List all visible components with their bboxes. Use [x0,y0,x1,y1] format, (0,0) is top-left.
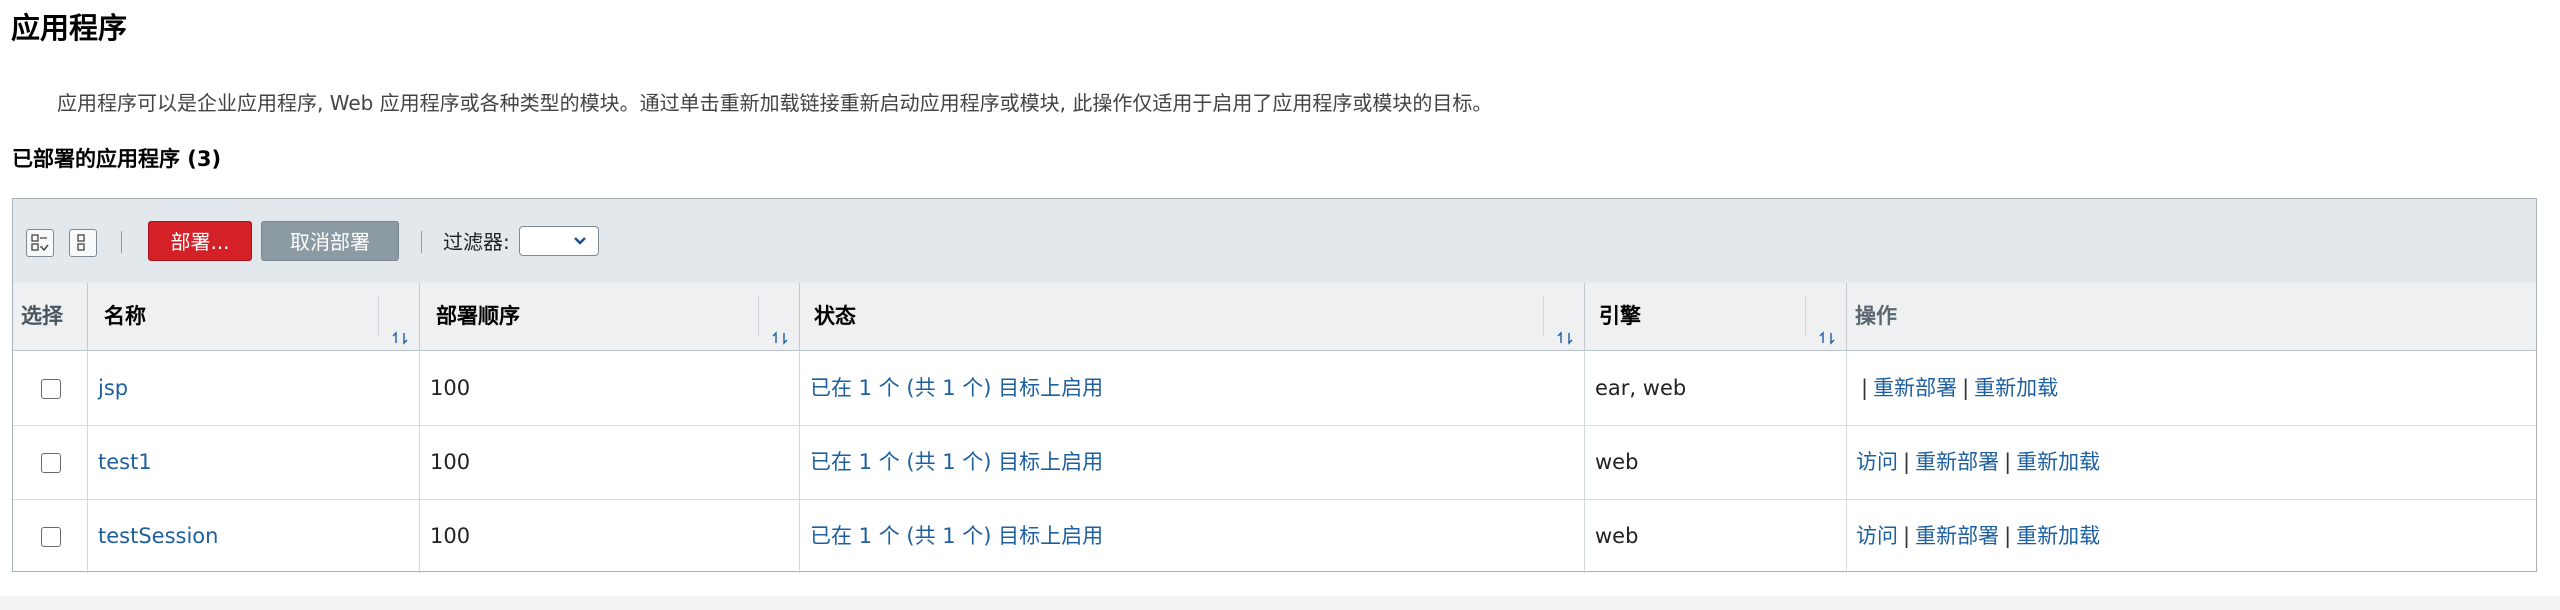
action-separator: | [1962,376,1970,400]
action-separator: | [1903,524,1911,548]
column-header-order-label: 部署顺序 [436,304,520,328]
redeploy-link[interactable]: 重新部署 [1915,524,1999,548]
deploy-order-value: 100 [430,376,471,400]
row-checkbox[interactable] [41,453,61,473]
sort-toggle-icon[interactable] [758,296,799,345]
select-all-icon[interactable] [26,229,54,257]
deploy-order-value: 100 [430,450,471,474]
sort-toggle-icon[interactable] [1805,296,1846,345]
undeploy-button[interactable]: 取消部署 [261,221,399,261]
action-separator: | [2004,450,2012,474]
table-header: 选择 名称 部署顺序 状态 引擎 操作 [13,283,2536,351]
engine-cell: ear, web [1585,351,1847,425]
applications-page: 应用程序 应用程序可以是企业应用程序, Web 应用程序或各种类型的模块。通过单… [0,0,2560,610]
app-name-text[interactable]: testSession [98,524,218,548]
page-title: 应用程序 [11,11,128,45]
column-header-engine-label: 引擎 [1599,304,1641,328]
status-link[interactable]: 已在 1 个 (共 1 个) 目标上启用 [810,524,1103,548]
actions-cell: 访问 | 重新部署 | 重新加载 [1847,499,2536,573]
engine-value: web [1595,450,1639,474]
table-row: testSession 100 已在 1 个 (共 1 个) 目标上启用 web… [13,499,2536,573]
row-select-cell [13,351,88,425]
action-separator: | [2004,524,2012,548]
column-header-name-label: 名称 [104,304,146,328]
table-toolbar: 部署... 取消部署 过滤器: [13,199,2536,284]
app-name-link[interactable]: testSession [88,499,420,573]
column-header-actions: 操作 [1855,304,1897,328]
deselect-all-icon[interactable] [69,229,97,257]
page-footer-strip [0,596,2560,610]
action-separator: | [1861,376,1869,400]
page-description: 应用程序可以是企业应用程序, Web 应用程序或各种类型的模块。通过单击重新加载… [57,91,1493,115]
column-header-status-label: 状态 [814,304,856,328]
action-separator: | [1903,450,1911,474]
row-checkbox[interactable] [41,379,61,399]
filter-select[interactable] [519,226,599,256]
engine-cell: web [1585,499,1847,573]
status-cell: 已在 1 个 (共 1 个) 目标上启用 [800,425,1585,499]
sort-toggle-icon[interactable] [1543,296,1584,345]
column-header-name[interactable]: 名称 [88,283,420,350]
table-row: jsp 100 已在 1 个 (共 1 个) 目标上启用 ear, web | 重… [13,351,2536,426]
column-header-engine[interactable]: 引擎 [1585,283,1847,350]
row-checkbox[interactable] [41,527,61,547]
visit-link[interactable]: 访问 [1856,450,1898,474]
chevron-down-icon [572,233,588,253]
applications-table: 部署... 取消部署 过滤器: 选择 名称 部署顺序 状态 引擎 操作 jsp … [12,198,2537,573]
column-header-status[interactable]: 状态 [800,283,1585,350]
column-header-order[interactable]: 部署顺序 [420,283,800,350]
visit-link[interactable]: 访问 [1856,524,1898,548]
deploy-button[interactable]: 部署... [148,221,252,261]
engine-cell: web [1585,425,1847,499]
reload-link[interactable]: 重新加载 [2016,524,2100,548]
deploy-order-cell: 100 [420,425,800,499]
reload-link[interactable]: 重新加载 [2016,450,2100,474]
table-row: test1 100 已在 1 个 (共 1 个) 目标上启用 web 访问 | 重新… [13,425,2536,500]
status-cell: 已在 1 个 (共 1 个) 目标上启用 [800,499,1585,573]
app-name-text[interactable]: test1 [98,450,152,474]
row-select-cell [13,499,88,573]
row-select-cell [13,425,88,499]
app-name-text[interactable]: jsp [98,376,128,400]
deploy-order-cell: 100 [420,499,800,573]
app-name-link[interactable]: jsp [88,351,420,425]
status-link[interactable]: 已在 1 个 (共 1 个) 目标上启用 [810,376,1103,400]
sort-toggle-icon[interactable] [378,296,419,345]
deploy-order-cell: 100 [420,351,800,425]
engine-value: web [1595,524,1639,548]
status-cell: 已在 1 个 (共 1 个) 目标上启用 [800,351,1585,425]
filter-label: 过滤器: [443,230,510,254]
app-name-link[interactable]: test1 [88,425,420,499]
section-title: 已部署的应用程序 (3) [12,147,222,171]
toolbar-divider [421,231,422,253]
deploy-order-value: 100 [430,524,471,548]
reload-link[interactable]: 重新加载 [1974,376,2058,400]
engine-value: ear, web [1595,376,1687,400]
actions-cell: 访问 | 重新部署 | 重新加载 [1847,425,2536,499]
column-header-select: 选择 [13,283,88,350]
toolbar-divider [121,231,122,253]
redeploy-link[interactable]: 重新部署 [1915,450,1999,474]
actions-cell: | 重新部署 | 重新加载 [1847,351,2536,425]
redeploy-link[interactable]: 重新部署 [1873,376,1957,400]
status-link[interactable]: 已在 1 个 (共 1 个) 目标上启用 [810,450,1103,474]
